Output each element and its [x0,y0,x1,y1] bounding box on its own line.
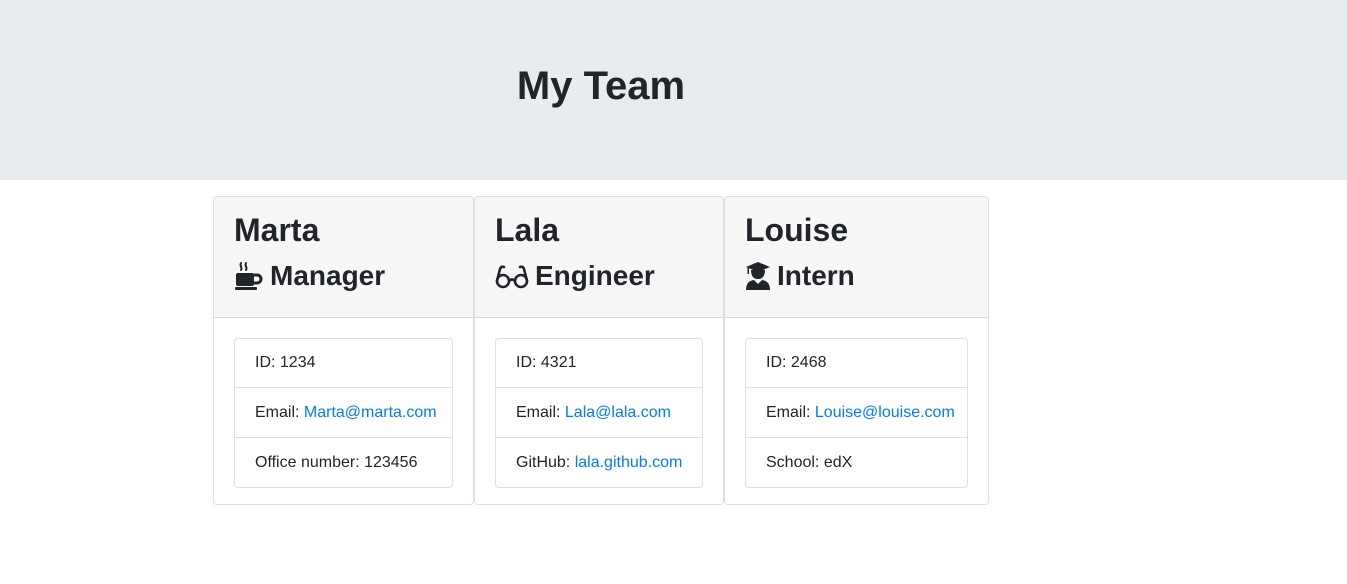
role-label: Intern [777,260,855,291]
employee-name: Louise [745,212,849,248]
role-label: Engineer [535,260,655,291]
employee-id: ID: 1234 [255,354,316,371]
github-link[interactable]: lala.github.com [575,454,683,471]
email-link[interactable]: Louise@louise.com [815,404,955,421]
employee-email: Email: Lala@lala.com [496,387,702,437]
employee-email: Email: Louise@louise.com [746,387,967,437]
employee-card-intern: Louise Intern ID: 2468 Email: Louise@lou… [724,196,989,505]
email-prefix: Email: [255,404,304,421]
github-prefix: GitHub: [516,454,575,471]
employee-details-list: ID: 2468 Email: Louise@louise.com School… [745,338,968,488]
user-graduate-icon [745,261,771,291]
employee-card-engineer: Lala Engineer ID: 4321 Email: Lala@lala.… [474,196,724,505]
employee-role: Engineer [495,259,655,293]
github: GitHub: lala.github.com [496,437,702,487]
email-link[interactable]: Lala@lala.com [565,404,671,421]
employee-id: ID: 2468 [766,354,827,371]
email-prefix: Email: [766,404,815,421]
employee-role: Intern [745,259,855,293]
office-number: Office number: 123456 [235,437,452,487]
employee-details-list: ID: 1234 Email: Marta@marta.com Office n… [234,338,453,488]
email-link[interactable]: Marta@marta.com [304,404,437,421]
school: School: edX [746,437,967,487]
employee-card-manager: Marta Manager ID: 1234 Email: Marta@mart… [213,196,474,505]
card-header: Marta Manager [214,197,473,318]
employee-details-list: ID: 4321 Email: Lala@lala.com GitHub: la… [495,338,703,488]
mug-hot-icon [234,261,264,291]
employee-email: Email: Marta@marta.com [235,387,452,437]
card-header: Lala Engineer [475,197,723,318]
glasses-icon [495,261,529,291]
employee-name: Marta [234,212,320,248]
employee-name: Lala [495,212,560,248]
page-header: My Team [0,0,1347,180]
card-header: Louise Intern [725,197,988,318]
email-prefix: Email: [516,404,565,421]
employee-role: Manager [234,259,385,293]
page-title: My Team [516,64,686,108]
employee-id: ID: 4321 [516,354,577,371]
role-label: Manager [270,260,386,291]
